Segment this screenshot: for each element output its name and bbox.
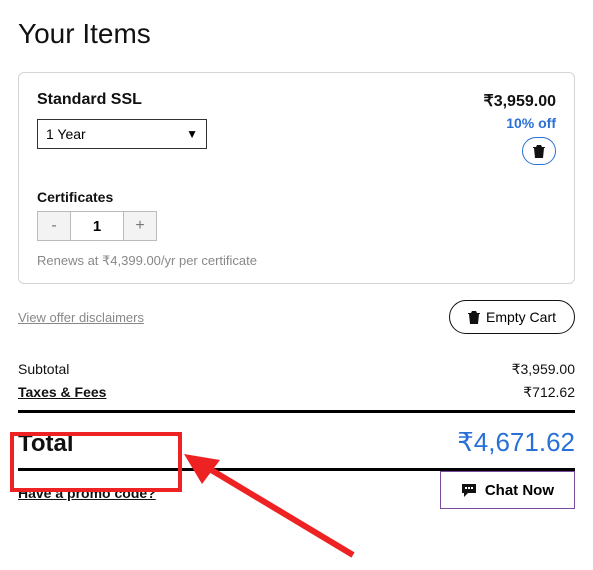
certificates-label: Certificates (37, 189, 556, 205)
item-discount: 10% off (484, 115, 556, 131)
chat-now-button[interactable]: Chat Now (440, 471, 575, 509)
empty-cart-label: Empty Cart (486, 309, 556, 325)
chat-icon (461, 483, 477, 498)
remove-item-button[interactable] (522, 137, 556, 165)
caret-down-icon: ▼ (186, 127, 198, 141)
term-select[interactable]: 1 Year ▼ (37, 119, 207, 149)
qty-minus-button[interactable]: - (37, 211, 71, 241)
taxes-fees-value: ₹712.62 (523, 384, 575, 401)
qty-plus-button[interactable]: + (123, 211, 157, 241)
offer-disclaimers-link[interactable]: View offer disclaimers (18, 310, 144, 325)
chat-label: Chat Now (485, 482, 554, 499)
item-name: Standard SSL (37, 91, 207, 109)
qty-input[interactable] (71, 211, 123, 241)
total-label: Total (18, 430, 74, 458)
renewal-note: Renews at ₹4,399.00/yr per certificate (37, 253, 556, 269)
trash-icon (533, 145, 545, 158)
term-selected-value: 1 Year (46, 126, 86, 142)
cart-item-card: Standard SSL 1 Year ▼ ₹3,959.00 10% off … (18, 72, 575, 284)
total-value: ₹4,671.62 (457, 427, 575, 458)
item-price: ₹3,959.00 (484, 91, 556, 111)
empty-cart-button[interactable]: Empty Cart (449, 300, 575, 334)
subtotal-value: ₹3,959.00 (512, 361, 575, 378)
quantity-stepper: - + (37, 211, 556, 241)
subtotal-label: Subtotal (18, 361, 69, 378)
trash-icon (468, 311, 480, 324)
promo-code-link[interactable]: Have a promo code? (18, 485, 156, 501)
page-title: Your Items (18, 18, 575, 50)
taxes-fees-label[interactable]: Taxes & Fees (18, 384, 106, 401)
separator (18, 410, 575, 413)
